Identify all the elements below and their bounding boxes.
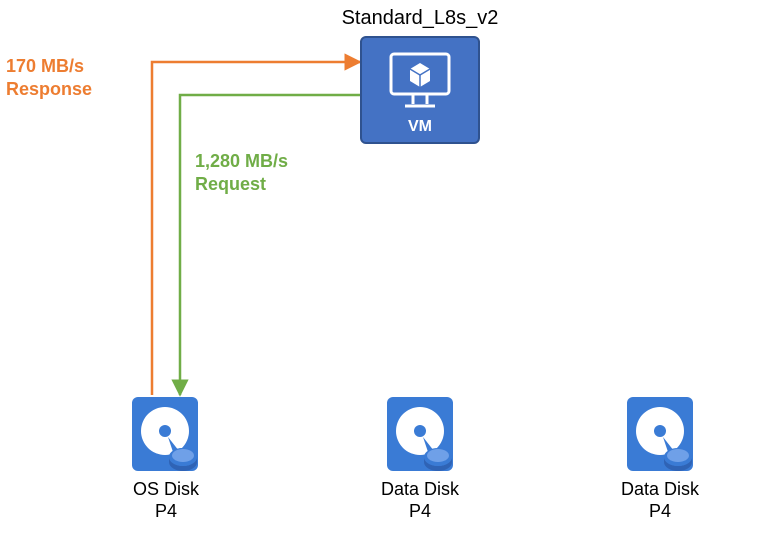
data-disk-1-name: Data Disk bbox=[362, 478, 478, 501]
request-arrow bbox=[180, 95, 360, 395]
disk-icon bbox=[130, 460, 200, 477]
request-label: 1,280 MB/s Request bbox=[195, 150, 288, 195]
vm-caption: VM bbox=[362, 118, 478, 136]
vm-node: VM bbox=[360, 36, 480, 144]
os-disk-node bbox=[130, 395, 200, 478]
data-disk-2-tier: P4 bbox=[602, 500, 718, 523]
os-disk-tier: P4 bbox=[108, 500, 224, 523]
disk-icon bbox=[385, 460, 455, 477]
data-disk-1-node bbox=[385, 395, 455, 478]
vm-title: Standard_L8s_v2 bbox=[340, 6, 500, 31]
data-disk-1-tier: P4 bbox=[362, 500, 478, 523]
response-arrow bbox=[152, 62, 360, 395]
monitor-cube-icon bbox=[387, 50, 453, 117]
data-disk-2-node bbox=[625, 395, 695, 478]
data-disk-2-name: Data Disk bbox=[602, 478, 718, 501]
disk-icon bbox=[625, 460, 695, 477]
response-label: 170 MB/s Response bbox=[6, 55, 92, 100]
os-disk-name: OS Disk bbox=[108, 478, 224, 501]
